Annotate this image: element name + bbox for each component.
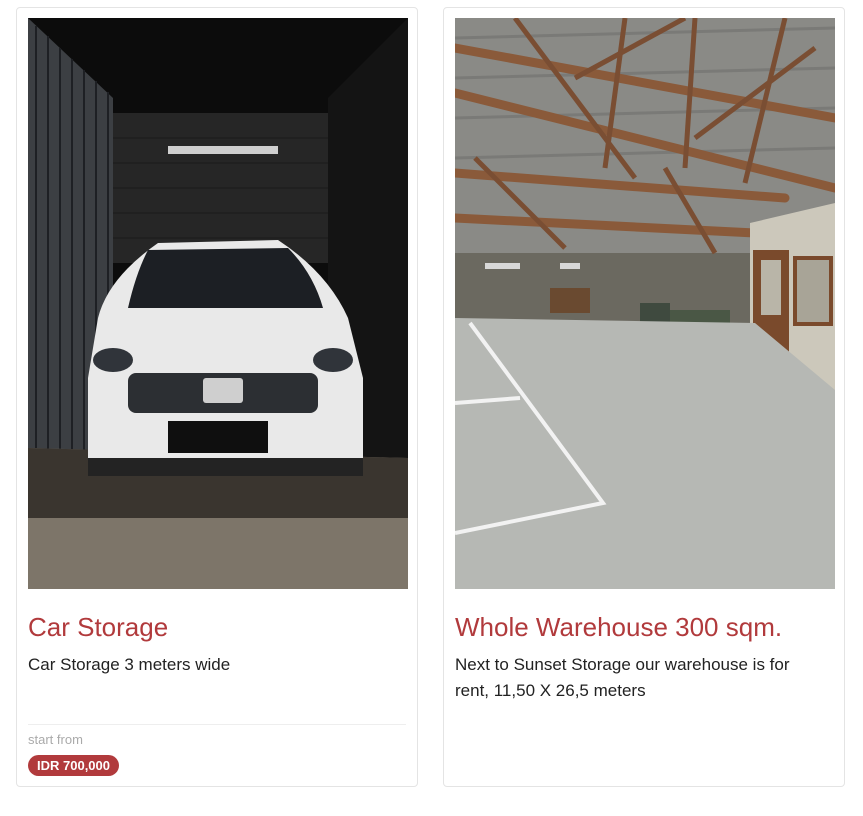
warehouse-photo <box>455 18 835 589</box>
listing-card-car-storage[interactable]: Car Storage Car Storage 3 meters wide st… <box>16 7 418 787</box>
listing-card-whole-warehouse[interactable]: Whole Warehouse 300 sqm. Next to Sunset … <box>443 7 845 787</box>
listing-description: Car Storage 3 meters wide <box>28 655 231 674</box>
listing-photo[interactable] <box>455 18 835 589</box>
price-prefix: start from <box>28 732 83 747</box>
listing-description: Next to Sunset Storage our warehouse is … <box>455 655 790 700</box>
listing-title[interactable]: Car Storage <box>28 611 168 643</box>
listing-title[interactable]: Whole Warehouse 300 sqm. <box>455 611 782 643</box>
car-storage-photo <box>28 18 408 589</box>
divider <box>28 724 406 725</box>
price-badge: IDR 700,000 <box>28 755 119 776</box>
listing-photo[interactable] <box>28 18 408 589</box>
